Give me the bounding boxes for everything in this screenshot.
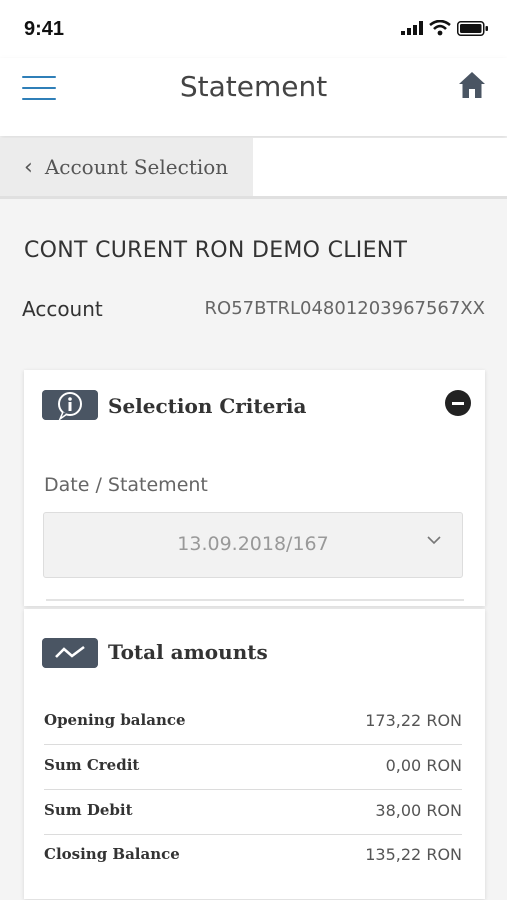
back-label: Account Selection — [44, 155, 229, 179]
minus-circle-icon[interactable] — [445, 390, 471, 416]
date-statement-label: Date / Statement — [44, 474, 208, 496]
info-bubble-icon — [42, 390, 98, 420]
status-time: 9:41 — [24, 18, 65, 40]
selection-criteria-card: Selection Criteria Date / Statement 13.0… — [24, 370, 485, 606]
total-amounts-title: Total amounts — [108, 640, 268, 664]
status-icons — [401, 20, 489, 36]
opening-balance-value: 173,22 RON — [365, 711, 462, 730]
total-amounts-card: Total amounts Opening balance 173,22 RON… — [24, 609, 485, 899]
divider — [0, 196, 507, 199]
closing-balance-value: 135,22 RON — [365, 845, 462, 864]
table-row: Closing Balance 135,22 RON — [44, 835, 462, 879]
back-to-account-selection-button[interactable]: ‹ Account Selection — [0, 138, 253, 196]
table-row: Sum Credit 0,00 RON — [44, 746, 462, 790]
wifi-icon — [429, 20, 451, 36]
table-row: Opening balance 173,22 RON — [44, 701, 462, 745]
sum-credit-label: Sum Credit — [44, 756, 140, 774]
account-title: CONT CURENT RON DEMO CLIENT — [24, 238, 408, 263]
signal-icon — [401, 21, 423, 35]
status-bar: 9:41 — [0, 0, 507, 58]
nav-bar: Statement — [0, 58, 507, 136]
back-row: ‹ Account Selection — [0, 138, 507, 199]
sum-debit-label: Sum Debit — [44, 801, 133, 819]
chevron-down-icon — [427, 536, 441, 545]
date-statement-value: 13.09.2018/167 — [177, 533, 329, 555]
closing-balance-label: Closing Balance — [44, 845, 180, 863]
table-row: Sum Debit 38,00 RON — [44, 791, 462, 835]
date-statement-select[interactable]: 13.09.2018/167 — [43, 512, 463, 578]
sum-credit-value: 0,00 RON — [385, 756, 462, 775]
selection-criteria-title: Selection Criteria — [108, 394, 307, 418]
opening-balance-label: Opening balance — [44, 711, 186, 729]
sum-debit-value: 38,00 RON — [375, 801, 462, 820]
home-icon[interactable] — [457, 70, 487, 100]
page-title: Statement — [179, 70, 328, 103]
battery-icon — [457, 20, 488, 36]
chart-line-icon — [42, 638, 98, 668]
divider — [46, 599, 464, 601]
account-label: Account — [22, 297, 103, 321]
chevron-left-icon: ‹ — [24, 154, 33, 180]
account-number: RO57BTRL04801203967567XX — [204, 298, 485, 319]
